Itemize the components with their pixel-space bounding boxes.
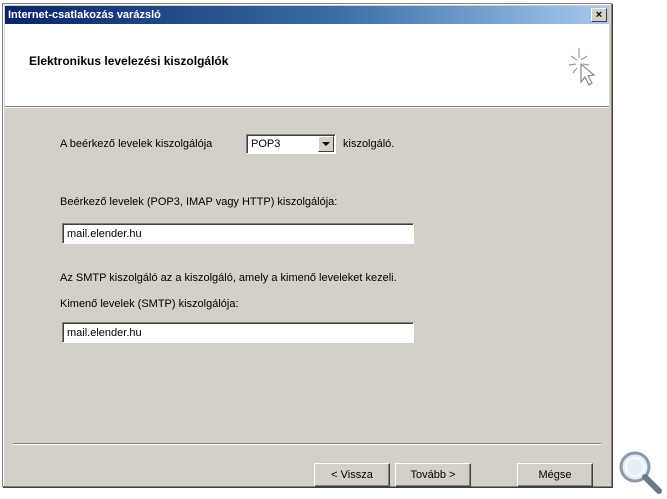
magnifier-icon[interactable] [616,448,664,496]
window-title: Internet-csatlakozás varázsló [8,9,161,21]
incoming-server-label: Beérkező levelek (POP3, IMAP vagy HTTP) … [60,196,338,208]
incoming-server-type-value: POP3 [251,138,281,150]
next-button[interactable]: Tovább > [395,463,471,487]
wizard-header: Elektronikus levelezési kiszolgálók [5,24,609,107]
outgoing-server-input[interactable] [62,322,414,343]
title-bar: Internet-csatlakozás varázsló × [5,6,609,24]
page-title: Elektronikus levelezési kiszolgálók [29,54,229,68]
header-divider [5,107,609,108]
incoming-type-suffix: kiszolgáló. [343,138,395,150]
incoming-server-type-select[interactable]: POP3 [246,134,336,154]
smtp-description: Az SMTP kiszolgáló az a kiszolgáló, amel… [60,272,397,284]
incoming-server-input[interactable] [62,223,414,244]
chevron-down-icon[interactable] [318,136,334,152]
wizard-sparkle-cursor-icon [568,48,596,86]
cancel-button[interactable]: Mégse [517,463,593,487]
close-button[interactable]: × [591,8,607,22]
incoming-type-label: A beérkező levelek kiszolgálója [60,138,213,150]
back-button[interactable]: < Vissza [314,463,390,487]
button-divider [13,443,601,445]
wizard-window: Internet-csatlakozás varázsló × Elektron… [2,3,612,487]
outgoing-server-label: Kimenő levelek (SMTP) kiszolgálója: [60,298,239,310]
